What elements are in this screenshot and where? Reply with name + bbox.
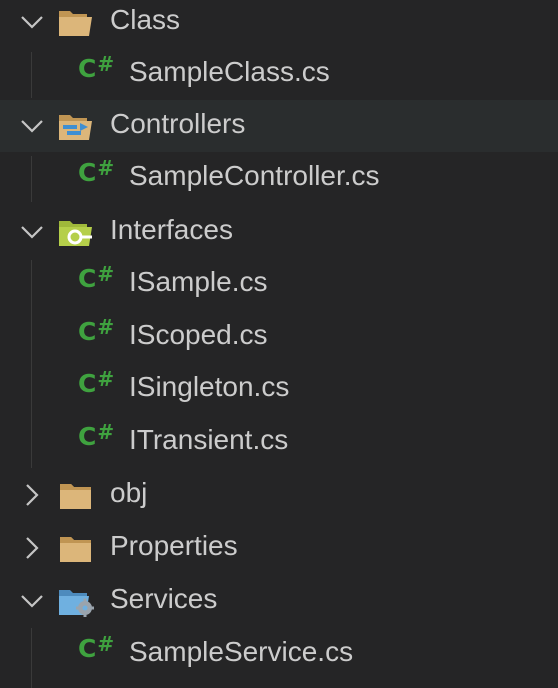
controllers-folder-icon [58,110,94,142]
file-label: SampleController.cs [129,160,380,191]
folder-row-controllers[interactable]: Controllers [0,100,558,152]
file-row-itransient[interactable]: C# ITransient.cs [0,416,558,468]
file-label: SampleClass.cs [129,56,330,87]
folder-open-icon [58,6,94,38]
file-row-isingleton[interactable]: C# ISingleton.cs [0,363,558,415]
interfaces-folder-icon [58,216,94,248]
folder-label: Services [110,583,218,614]
folder-row-properties[interactable]: Properties [0,522,558,574]
folder-icon [58,532,94,564]
file-row-iscoped[interactable]: C# IScoped.cs [0,311,558,363]
chevron-down-icon[interactable] [20,220,44,244]
folder-row-interfaces[interactable]: Interfaces [0,206,558,258]
folder-label: Properties [110,530,238,561]
csharp-file-icon: C# [78,315,115,346]
folder-label: Controllers [110,108,246,139]
csharp-file-icon: C# [78,420,115,451]
chevron-down-icon[interactable] [20,10,44,34]
services-folder-icon [58,585,94,617]
chevron-down-icon[interactable] [20,589,44,613]
folder-icon [58,479,94,511]
file-label: ITransient.cs [129,424,289,455]
csharp-file-icon: C# [78,632,115,663]
file-label: ISingleton.cs [129,371,290,402]
file-row-samplecontroller[interactable]: C# SampleController.cs [0,152,558,204]
file-label: IScoped.cs [129,319,268,350]
chevron-down-icon[interactable] [20,114,44,138]
file-row-sampleservice[interactable]: C# SampleService.cs [0,628,558,680]
folder-row-class[interactable]: Class [0,0,558,48]
folder-label: Interfaces [110,214,233,245]
chevron-right-icon[interactable] [20,536,44,560]
csharp-file-icon: C# [78,367,115,398]
file-explorer-tree: Class C# SampleClass.cs Controllers C# S… [0,0,558,688]
csharp-file-icon: C# [78,52,115,83]
file-row-isample[interactable]: C# ISample.cs [0,258,558,310]
csharp-file-icon: C# [78,156,115,187]
folder-row-obj[interactable]: obj [0,469,558,521]
folder-label: Class [110,4,181,35]
file-row-sampleclass[interactable]: C# SampleClass.cs [0,48,558,100]
file-label: ISample.cs [129,266,268,297]
folder-row-services[interactable]: Services [0,575,558,627]
folder-label: obj [110,477,148,508]
file-label: SampleService.cs [129,636,354,667]
chevron-right-icon[interactable] [20,483,44,507]
csharp-file-icon: C# [78,262,115,293]
